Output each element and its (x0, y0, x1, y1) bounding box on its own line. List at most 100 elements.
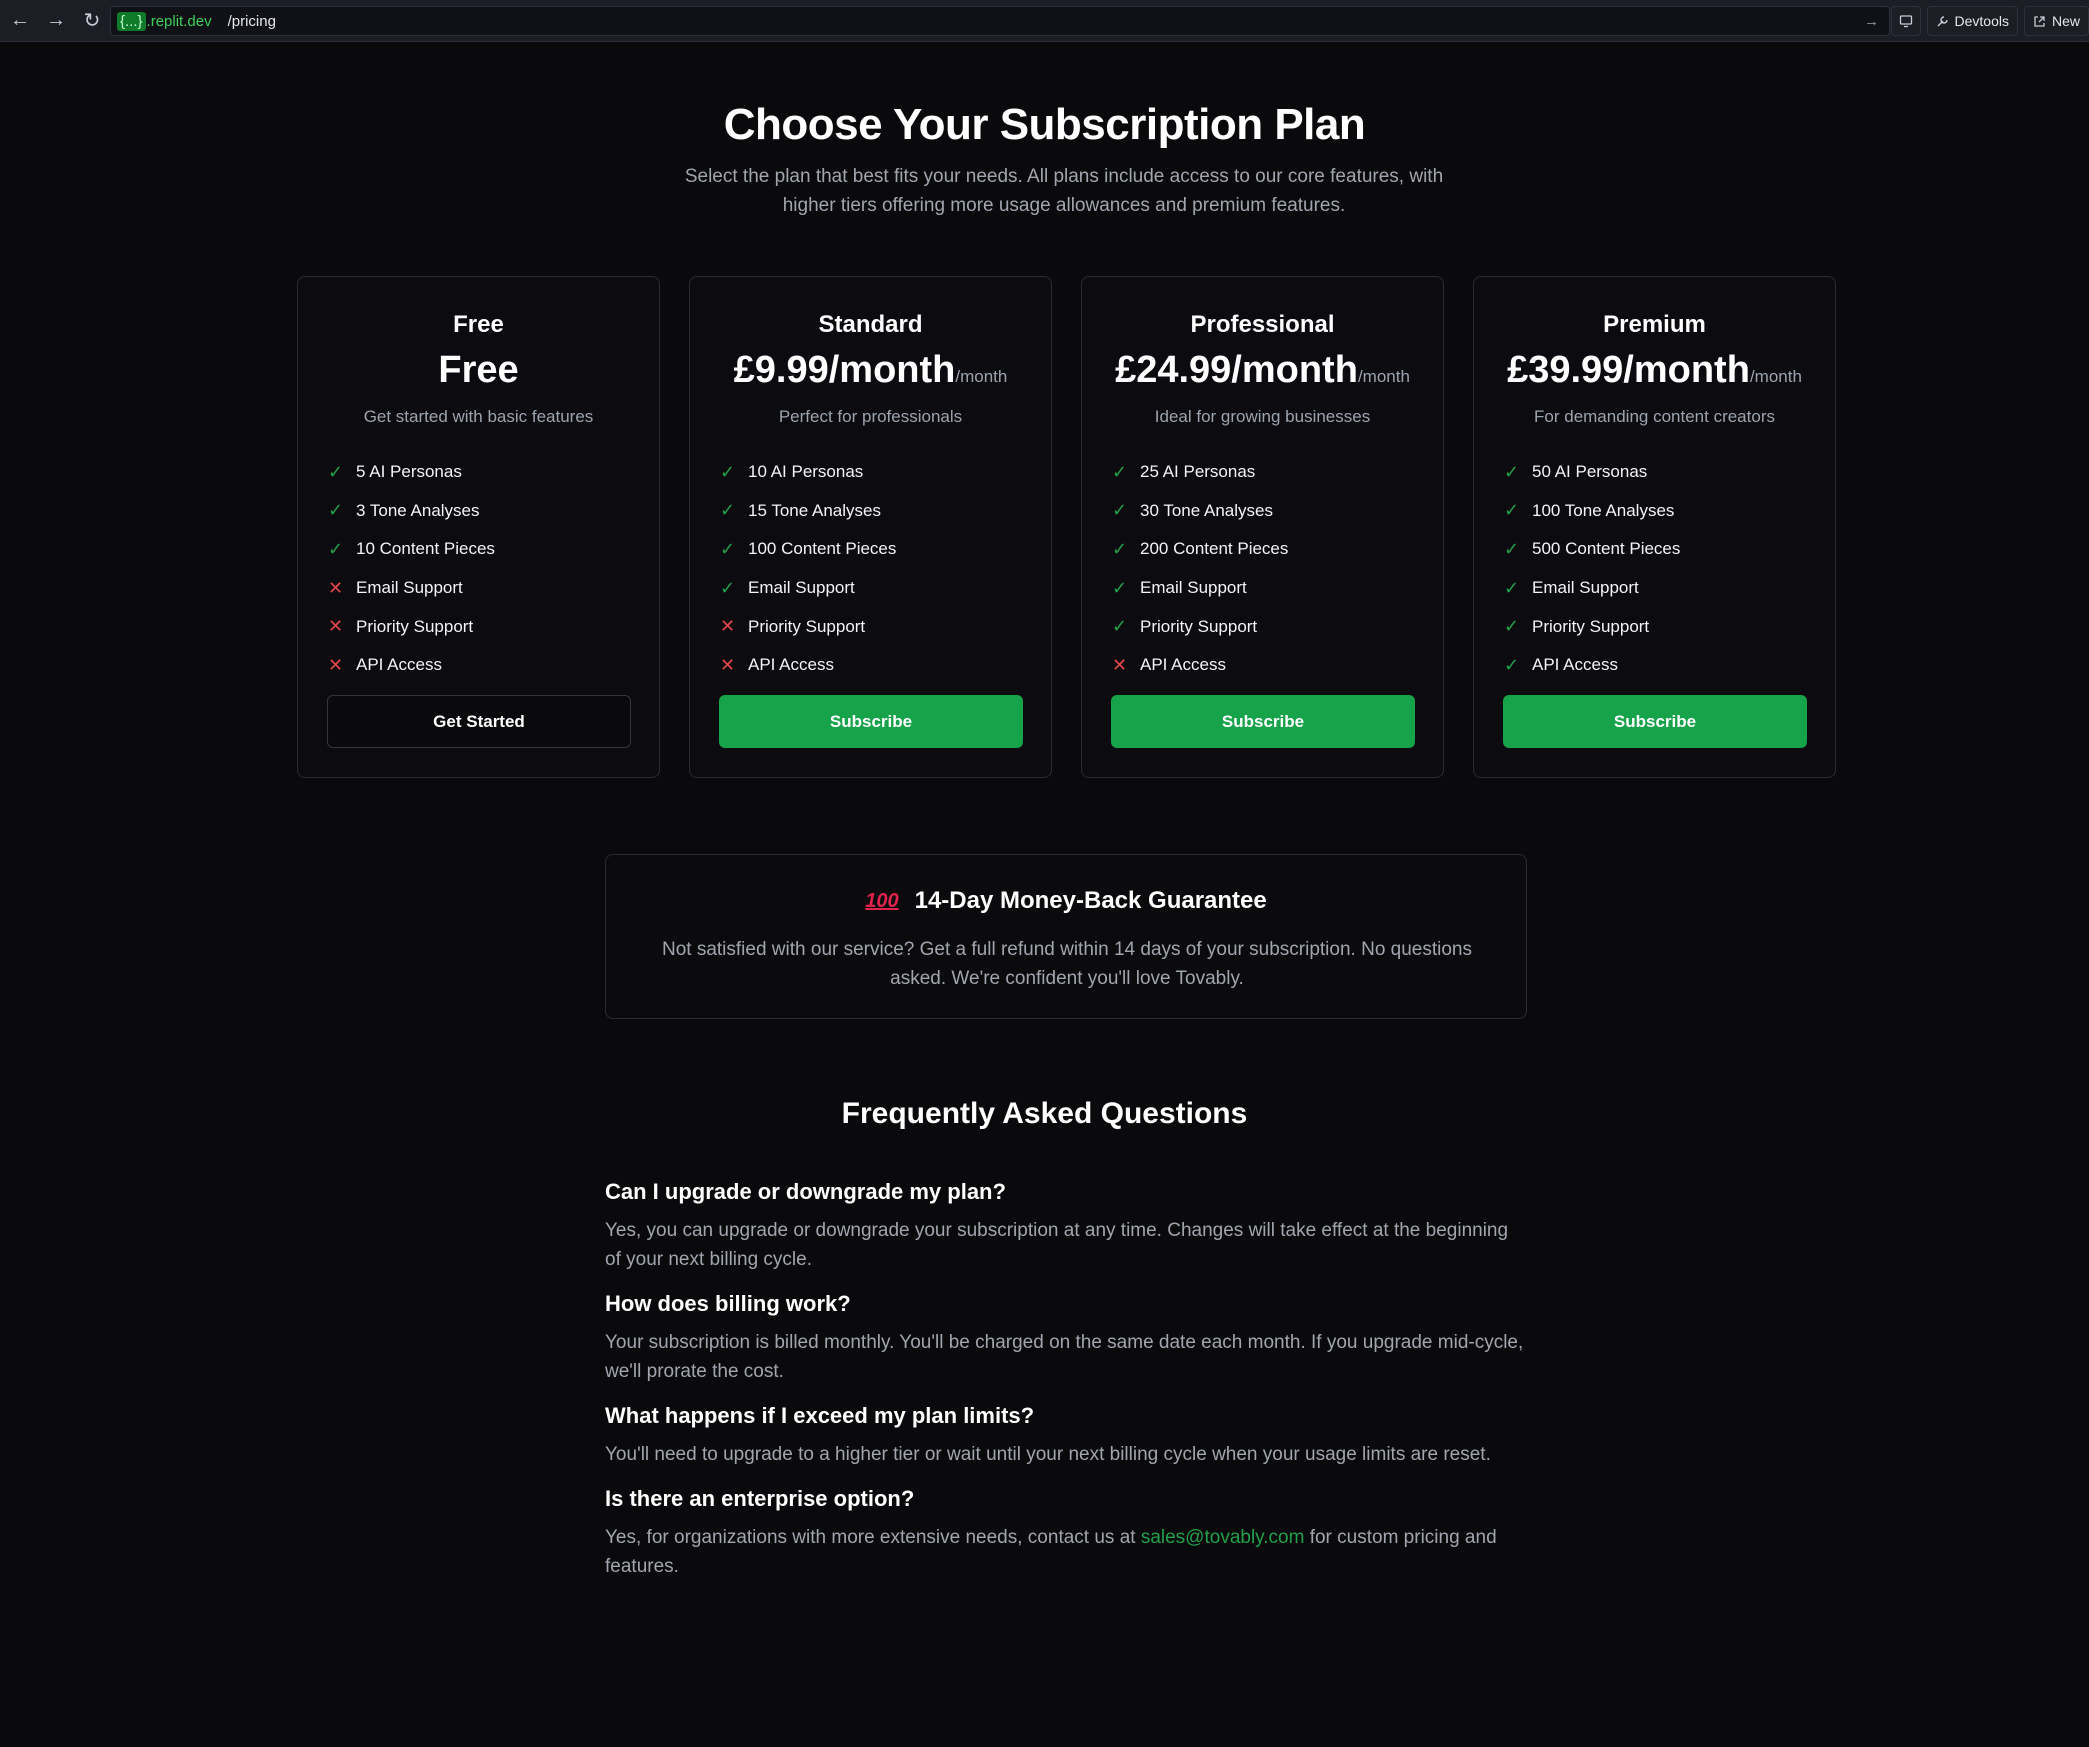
feature-item: ✓ 3 Tone Analyses (328, 492, 628, 531)
feature-label: 15 Tone Analyses (748, 500, 881, 520)
feature-item: ✓ Email Support (1504, 569, 1804, 608)
plan-price: £39.99/month/month (1474, 349, 1835, 392)
check-icon: ✓ (328, 500, 344, 521)
feature-label: Email Support (748, 578, 855, 598)
browser-toolbar: ← → ↻ {...} .replit.dev /pricing → Devto… (0, 0, 2089, 42)
guarantee-header: 100 14-Day Money-Back Guarantee (606, 887, 1526, 915)
plan-card-free: Free Free Get started with basic features ✓… (297, 276, 660, 778)
feature-item: ✕ Priority Support (720, 607, 1020, 646)
subscribe-button[interactable]: Subscribe (1111, 695, 1415, 748)
toolbar-right: Devtools New (1890, 6, 2089, 36)
subscribe-button[interactable]: Subscribe (1503, 695, 1807, 748)
check-icon: ✓ (1112, 577, 1128, 598)
plan-description: Get started with basic features (363, 407, 594, 426)
plan-name: Premium (1603, 311, 1706, 338)
plan-card-professional: Professional £24.99/month/month Ideal for … (1081, 276, 1444, 778)
check-icon: ✓ (1504, 616, 1520, 637)
price-period: /month (1357, 367, 1410, 386)
faq-item: How does billing work? Your subscription… (605, 1284, 1527, 1386)
feature-item: ✕ API Access (328, 646, 628, 685)
plan-description: For demanding content creators (1534, 407, 1775, 426)
faq-list: Can I upgrade or downgrade my plan? Yes,… (605, 1172, 1527, 1591)
faq-answer-text: Yes, for organizations with more extensi… (605, 1527, 1141, 1548)
faq-question: What happens if I exceed my plan limits? (605, 1403, 1035, 1428)
feature-label: 10 AI Personas (748, 462, 864, 482)
devtools-label: Devtools (1954, 13, 2009, 29)
sales-email-link[interactable]: sales@tovably.com (1141, 1527, 1305, 1548)
feature-label: API Access (356, 655, 442, 675)
check-icon: ✓ (328, 538, 344, 559)
plan-card-premium: Premium £39.99/month/month For demanding c… (1473, 276, 1836, 778)
check-icon: ✓ (1504, 461, 1520, 482)
guarantee-box: 100 14-Day Money-Back Guarantee Not sati… (605, 854, 1527, 1019)
external-link-icon (2034, 15, 2045, 27)
feature-item: ✓ 10 Content Pieces (328, 530, 628, 569)
url-bar[interactable]: {...} .replit.dev /pricing → (110, 6, 1890, 36)
feature-item: ✓ 500 Content Pieces (1504, 530, 1804, 569)
check-icon: ✓ (328, 461, 344, 482)
feature-label: 50 AI Personas (1532, 462, 1648, 482)
feature-list: ✓ 50 AI Personas ✓ 100 Tone Analyses ✓ 500 Co… (1504, 453, 1804, 685)
feature-item: ✓ 5 AI Personas (328, 453, 628, 492)
feature-item: ✓ 10 AI Personas (720, 453, 1020, 492)
faq-answer: Yes, you can upgrade or downgrade your s… (605, 1220, 1509, 1270)
price-amount: £9.99/month (733, 349, 956, 391)
back-icon[interactable]: ← (4, 5, 36, 37)
plan-price: £9.99/month/month (690, 349, 1051, 392)
page-subtitle: Select the plan that best fits your need… (684, 166, 1444, 216)
cross-icon: ✕ (1112, 654, 1128, 675)
cross-icon: ✕ (328, 577, 344, 598)
faq-answer: You'll need to upgrade to a higher tier … (605, 1444, 1491, 1465)
feature-item: ✓ 30 Tone Analyses (1112, 492, 1412, 531)
feature-item: ✕ Email Support (328, 569, 628, 608)
forward-icon[interactable]: → (40, 5, 72, 37)
get-started-button[interactable]: Get Started (327, 695, 631, 748)
screen-icon[interactable] (1890, 6, 1921, 36)
devtools-button[interactable]: Devtools (1926, 6, 2018, 36)
subscribe-button[interactable]: Subscribe (719, 695, 1023, 748)
feature-list: ✓ 25 AI Personas ✓ 30 Tone Analyses ✓ 200 Con… (1112, 453, 1412, 685)
plan-description: Perfect for professionals (778, 407, 963, 426)
page-title: Choose Your Subscription Plan (723, 100, 1366, 149)
check-icon: ✓ (720, 538, 736, 559)
cross-icon: ✕ (328, 654, 344, 675)
check-icon: ✓ (720, 577, 736, 598)
reload-icon[interactable]: ↻ (76, 5, 108, 37)
check-icon: ✓ (1504, 654, 1520, 675)
feature-label: 25 AI Personas (1140, 462, 1256, 482)
faq-item: Can I upgrade or downgrade my plan? Yes,… (605, 1172, 1527, 1274)
feature-item: ✓ Email Support (1112, 569, 1412, 608)
feature-label: API Access (748, 655, 834, 675)
guarantee-title: 14-Day Money-Back Guarantee (914, 887, 1267, 914)
check-icon: ✓ (1504, 538, 1520, 559)
feature-item: ✓ Priority Support (1112, 607, 1412, 646)
feature-label: 30 Tone Analyses (1140, 500, 1273, 520)
feature-item: ✕ Priority Support (328, 607, 628, 646)
feature-label: Priority Support (1140, 616, 1258, 636)
check-icon: ✓ (720, 461, 736, 482)
faq-title: Frequently Asked Questions (841, 1097, 1248, 1130)
feature-label: API Access (1532, 655, 1618, 675)
new-tab-label: New (2051, 13, 2080, 29)
url-host-brace: {...} (117, 11, 146, 31)
check-icon: ✓ (1504, 500, 1520, 521)
check-icon: ✓ (1112, 538, 1128, 559)
feature-item: ✓ 15 Tone Analyses (720, 492, 1020, 531)
plan-price: £24.99/month/month (1082, 349, 1443, 392)
feature-label: Email Support (1532, 578, 1639, 598)
check-icon: ✓ (1112, 616, 1128, 637)
new-tab-button[interactable]: New (2023, 6, 2089, 36)
feature-label: 200 Content Pieces (1140, 539, 1289, 559)
url-path: /pricing (227, 12, 276, 30)
price-period: /month (1749, 367, 1802, 386)
check-icon: ✓ (1504, 577, 1520, 598)
price-amount: £24.99/month (1115, 349, 1358, 391)
feature-list: ✓ 10 AI Personas ✓ 15 Tone Analyses ✓ 100 Con… (720, 453, 1020, 685)
url-host: {...} .replit.dev (117, 11, 212, 31)
feature-label: 5 AI Personas (356, 462, 462, 482)
guarantee-text: Not satisfied with our service? Get a fu… (661, 939, 1472, 989)
plan-price: Free (298, 349, 659, 392)
go-icon[interactable]: → (1864, 13, 1879, 30)
feature-item: ✓ Email Support (720, 569, 1020, 608)
feature-item: ✓ 25 AI Personas (1112, 453, 1412, 492)
